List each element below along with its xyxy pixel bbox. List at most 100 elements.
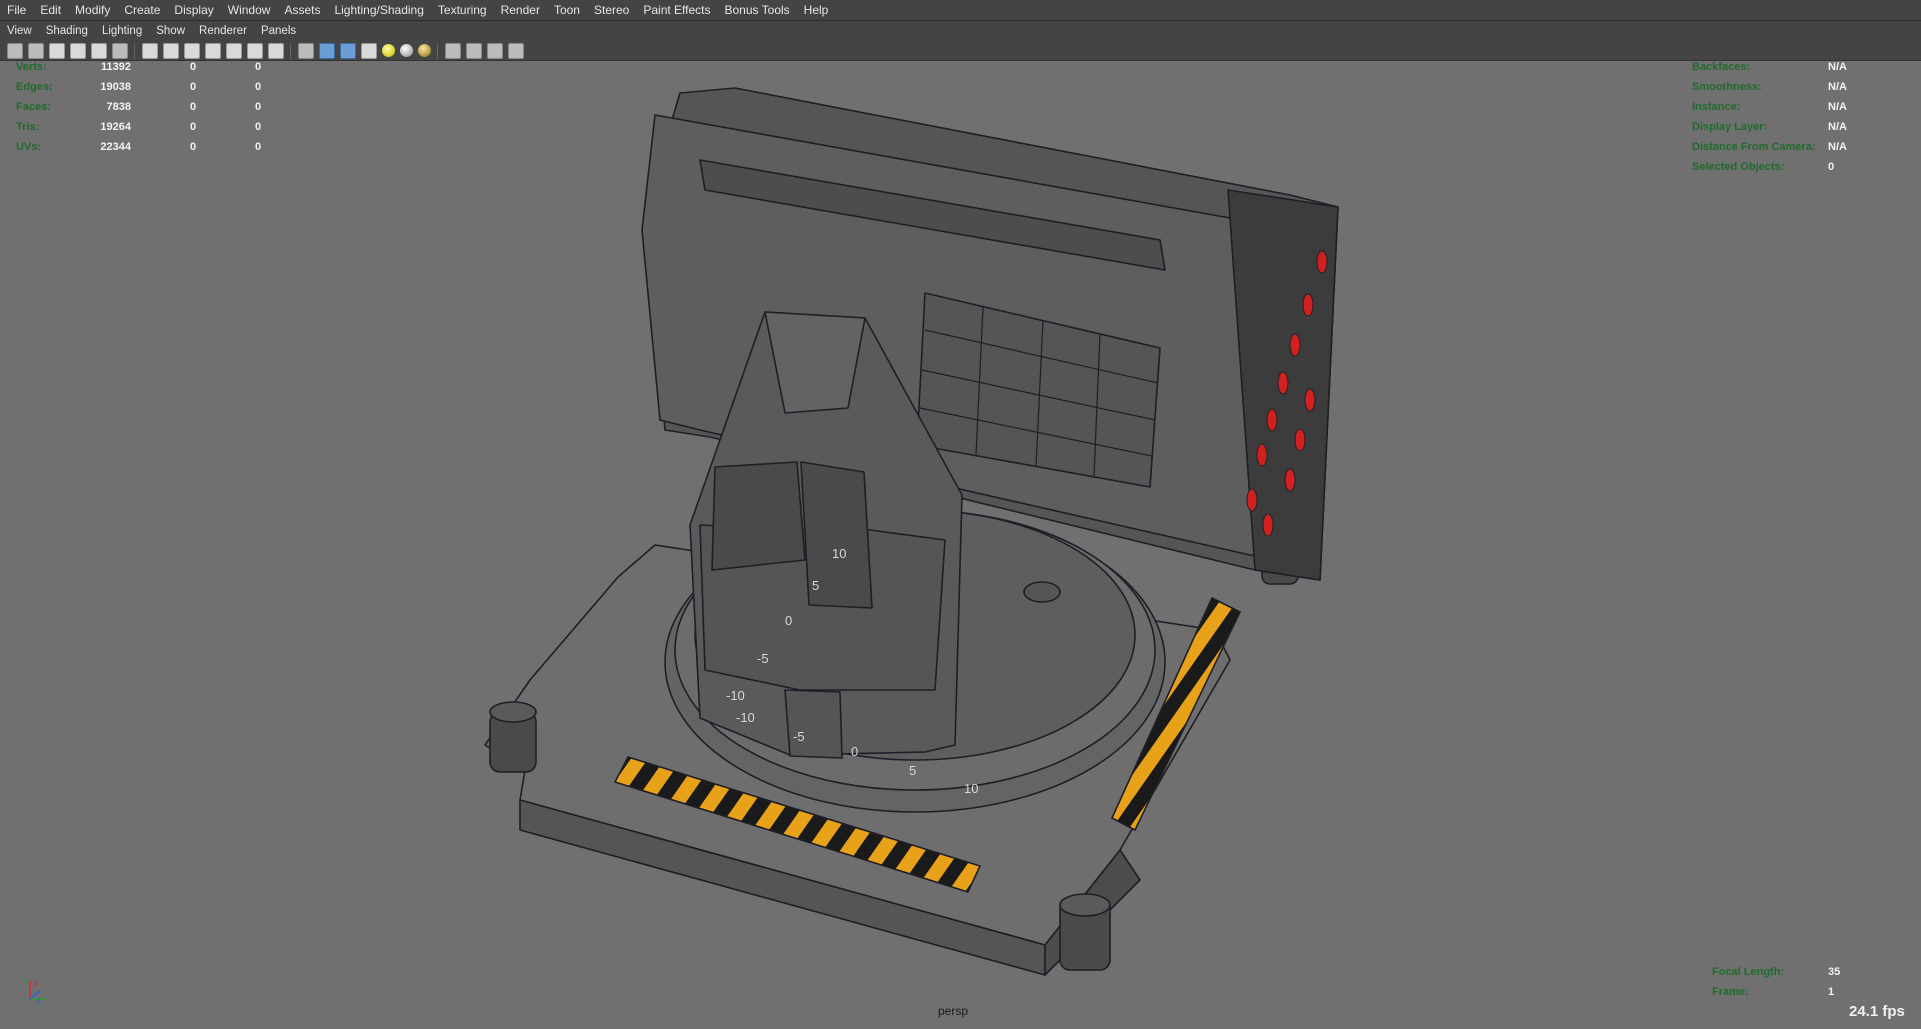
stat-value: 11392	[101, 61, 131, 73]
viewport-panel-toolbar	[0, 41, 1921, 61]
grid-icon[interactable]	[141, 42, 158, 59]
object-details-hud: Backfaces: N/A Smoothness: N/A Instance: N/A D…	[1692, 59, 1892, 175]
screen-space-ao-icon[interactable]	[417, 44, 431, 57]
info-label: Smoothness:	[1692, 81, 1762, 93]
stat-label: Faces:	[16, 101, 51, 113]
toolbar-separator	[134, 42, 135, 59]
camera-info-value: 35	[1828, 966, 1841, 978]
menu-stereo[interactable]: Stereo	[587, 0, 636, 20]
stat-value-tri: 0	[255, 101, 262, 113]
camera-info-hud: Focal Length: 35 Frame: 1	[1712, 964, 1862, 1000]
grid-label: -10	[736, 710, 755, 725]
panel-menu-renderer[interactable]: Renderer	[192, 21, 254, 41]
menu-texturing[interactable]: Texturing	[431, 0, 494, 20]
main-menubar: File Edit Modify Create Display Window Assets L…	[0, 0, 1921, 21]
stat-row: Tris: 19264 0 0	[16, 119, 276, 135]
grid-label: -5	[793, 729, 805, 744]
menu-modify[interactable]: Modify	[68, 0, 117, 20]
menu-create[interactable]: Create	[117, 0, 167, 20]
stat-value-selected: 0	[190, 121, 197, 133]
toolbar-separator	[437, 42, 438, 59]
panel-menu-lighting[interactable]: Lighting	[95, 21, 149, 41]
info-value: N/A	[1828, 61, 1847, 73]
info-value: 0	[1828, 161, 1835, 173]
lock-camera-icon[interactable]	[27, 42, 44, 59]
resolution-gate-icon[interactable]	[183, 42, 200, 59]
safe-title-icon[interactable]	[267, 42, 284, 59]
stat-value: 19038	[100, 81, 131, 93]
grid-label: 5	[909, 763, 916, 778]
grid-label: 5	[812, 578, 819, 593]
menu-window[interactable]: Window	[221, 0, 278, 20]
info-label: Instance:	[1692, 101, 1741, 113]
turret-model-wireframe: 10 5 0 -5 -10 -10 -5 0 5 10	[484, 87, 1339, 976]
info-label: Backfaces:	[1692, 61, 1751, 73]
poly-count-hud: Verts: 11392 0 0 Edges: 19038 0 0 Faces: 7838 0 0 Tr…	[16, 59, 296, 155]
panel-menu-shading[interactable]: Shading	[39, 21, 95, 41]
menu-paint-effects[interactable]: Paint Effects	[636, 0, 717, 20]
menu-display[interactable]: Display	[167, 0, 220, 20]
camera-info-label: Focal Length:	[1712, 966, 1785, 978]
isolate-select-icon[interactable]	[444, 42, 461, 59]
use-all-lights-icon[interactable]	[381, 44, 395, 57]
shadows-icon[interactable]	[399, 44, 413, 57]
panel-menu-panels[interactable]: Panels	[254, 21, 303, 41]
stat-label: Tris:	[16, 121, 40, 133]
smooth-shade-icon[interactable]	[318, 42, 335, 59]
stat-row: Edges: 19038 0 0	[16, 79, 276, 95]
3d-viewport[interactable]: 10 5 0 -5 -10 -10 -5 0 5 10	[0, 62, 1921, 1029]
gate-mask-icon[interactable]	[204, 42, 221, 59]
stat-value-tri: 0	[255, 141, 262, 153]
toolbar-separator	[290, 42, 291, 59]
info-value: N/A	[1828, 141, 1847, 153]
safe-action-icon[interactable]	[246, 42, 263, 59]
camera-info-label: Frame:	[1712, 986, 1749, 998]
stat-value: 22344	[100, 141, 131, 153]
info-value: N/A	[1828, 81, 1847, 93]
info-label: Selected Objects:	[1692, 161, 1785, 173]
select-camera-icon[interactable]	[6, 42, 23, 59]
info-label: Distance From Camera:	[1692, 141, 1816, 153]
film-gate-icon[interactable]	[162, 42, 179, 59]
camera-attributes-icon[interactable]	[48, 42, 65, 59]
xray-joints-icon[interactable]	[486, 42, 503, 59]
xray-icon[interactable]	[465, 42, 482, 59]
viewport-panel-menubar: View Shading Lighting Show Renderer Panels	[0, 21, 1921, 41]
menu-assets[interactable]: Assets	[277, 0, 327, 20]
grid-label: 0	[851, 744, 858, 759]
panel-menu-view[interactable]: View	[0, 21, 39, 41]
grid-label: -10	[726, 688, 745, 703]
camera-name-label: persp	[938, 1004, 969, 1018]
menu-file[interactable]: File	[0, 0, 33, 20]
2d-pan-zoom-icon[interactable]	[111, 42, 128, 59]
stat-value: 19264	[100, 121, 131, 133]
axis-z-label: Z	[36, 997, 41, 1005]
image-plane-icon[interactable]	[90, 42, 107, 59]
stat-value-tri: 0	[255, 61, 262, 73]
xray-components-icon[interactable]	[507, 42, 524, 59]
stat-value-tri: 0	[255, 121, 262, 133]
stat-row: Faces: 7838 0 0	[16, 99, 276, 115]
stat-label: Verts:	[16, 61, 47, 73]
menu-edit[interactable]: Edit	[33, 0, 68, 20]
stat-value-selected: 0	[190, 81, 197, 93]
grid-label: 0	[785, 613, 792, 628]
textured-icon[interactable]	[360, 42, 377, 59]
axis-x-label: X	[33, 980, 39, 989]
axis-y-label: Y	[23, 978, 29, 987]
stat-value-selected: 0	[190, 101, 197, 113]
bookmarks-icon[interactable]	[69, 42, 86, 59]
stat-value-selected: 0	[190, 141, 197, 153]
menu-bonus-tools[interactable]: Bonus Tools	[718, 0, 797, 20]
info-value: N/A	[1828, 101, 1847, 113]
field-chart-icon[interactable]	[225, 42, 242, 59]
wireframe-on-shaded-icon[interactable]	[339, 42, 356, 59]
menu-lighting-shading[interactable]: Lighting/Shading	[327, 0, 430, 20]
menu-render[interactable]: Render	[494, 0, 547, 20]
menu-toon[interactable]: Toon	[547, 0, 587, 20]
menu-help[interactable]: Help	[797, 0, 836, 20]
grid-label: -5	[757, 651, 769, 666]
panel-menu-show[interactable]: Show	[149, 21, 192, 41]
fps-counter: 24.1 fps	[1849, 1003, 1905, 1020]
wireframe-icon[interactable]	[297, 42, 314, 59]
